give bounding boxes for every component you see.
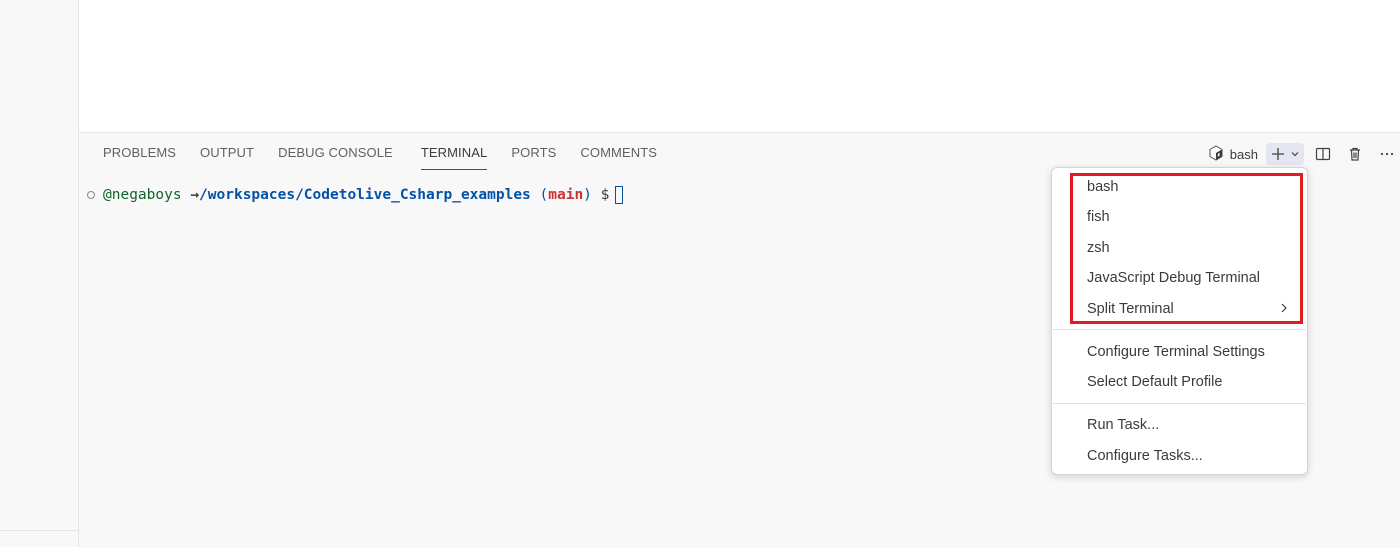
tab-problems[interactable]: PROBLEMS	[91, 133, 188, 173]
tab-comments[interactable]: COMMENTS	[568, 133, 669, 173]
menu-item-bash[interactable]: bash	[1087, 179, 1118, 195]
terminal-path: /workspaces/Codetolive_Csharp_examples	[199, 187, 531, 203]
terminal-user: @negaboys	[103, 187, 182, 203]
menu-item-configure-tasks[interactable]: Configure Tasks...	[1087, 448, 1203, 464]
menu-item-configure-terminal-settings[interactable]: Configure Terminal Settings	[1087, 344, 1265, 360]
editor-area	[79, 0, 1400, 132]
terminal-cursor	[615, 186, 624, 204]
trash-icon[interactable]	[1342, 143, 1368, 165]
panel-actions: bash	[1208, 141, 1400, 167]
shell-name: bash	[1229, 146, 1258, 162]
terminal-arrow: →	[190, 187, 200, 203]
menu-separator	[1053, 329, 1306, 330]
new-terminal-group	[1266, 143, 1304, 165]
tab-output[interactable]: OUTPUT	[188, 133, 266, 173]
menu-item-split-terminal[interactable]: Split Terminal	[1087, 301, 1174, 317]
command-decoration-icon	[87, 191, 95, 199]
terminal-paren-open: (	[539, 187, 549, 203]
ellipsis-icon[interactable]	[1374, 143, 1400, 165]
menu-item-zsh[interactable]: zsh	[1087, 240, 1110, 256]
strip-divider	[0, 530, 78, 531]
tab-ports[interactable]: PORTS	[499, 133, 568, 173]
tab-debug-console[interactable]: DEBUG CONSOLE	[266, 133, 405, 173]
menu-item-fish[interactable]: fish	[1087, 209, 1110, 225]
terminal-branch: main	[548, 187, 584, 203]
launch-profile-menu: bash fish zsh JavaScript Debug Terminal …	[1051, 167, 1308, 475]
terminal-prompt-symbol: $	[600, 187, 610, 203]
menu-item-select-default-profile[interactable]: Select Default Profile	[1087, 374, 1222, 390]
terminal-shell-selector[interactable]: bash	[1208, 144, 1258, 164]
panel-tabs: PROBLEMS OUTPUT DEBUG CONSOLE TERMINAL P…	[79, 133, 669, 173]
chevron-down-icon[interactable]	[1288, 143, 1302, 165]
menu-item-run-task[interactable]: Run Task...	[1087, 417, 1159, 433]
terminal-bash-icon	[1208, 144, 1224, 164]
split-editor-icon[interactable]	[1310, 143, 1336, 165]
chevron-right-icon	[1279, 302, 1289, 317]
terminal-prompt-line[interactable]: @negaboys → /workspaces/Codetolive_Cshar…	[87, 186, 624, 204]
tab-terminal[interactable]: TERMINAL	[405, 133, 500, 173]
activity-bar-strip	[0, 0, 79, 547]
terminal-paren-close: )	[583, 187, 592, 203]
menu-separator	[1053, 403, 1306, 404]
plus-icon[interactable]	[1268, 143, 1288, 165]
menu-item-javascript-debug-terminal[interactable]: JavaScript Debug Terminal	[1087, 270, 1260, 286]
